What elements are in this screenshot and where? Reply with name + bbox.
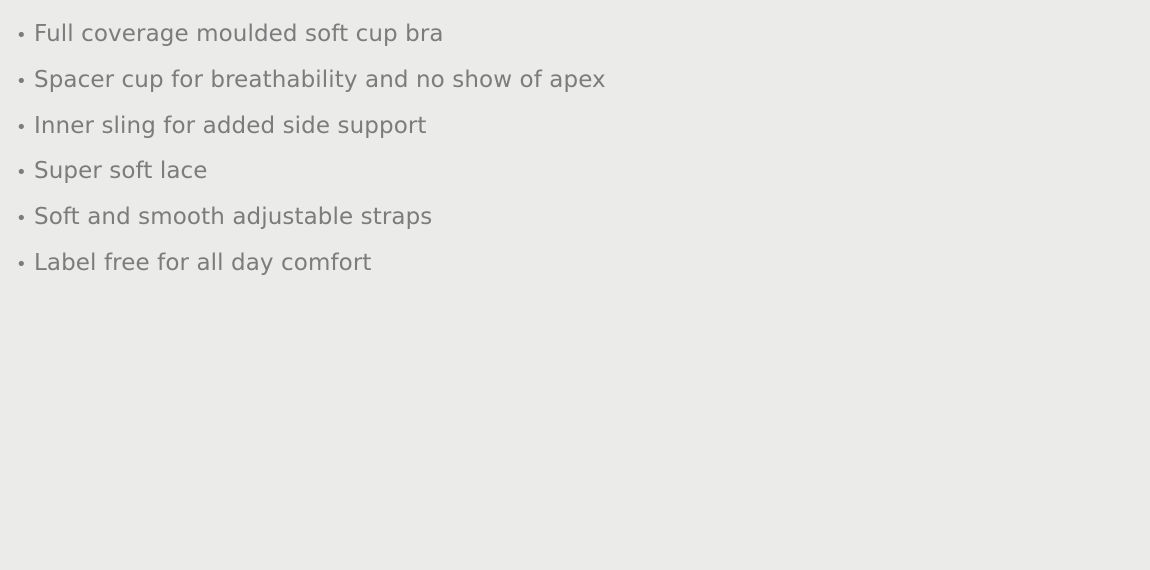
bullet-icon: • [16,253,27,275]
feature-label: Soft and smooth adjustable straps [34,204,433,231]
bullet-icon: • [16,116,27,138]
feature-label: Spacer cup for breathability and no show… [34,66,606,93]
product-feature-list: • Full coverage moulded soft cup bra • S… [16,19,606,294]
feature-label: Label free for all day comfort [34,249,372,276]
feature-label: Inner sling for added side support [34,112,427,139]
bullet-icon: • [16,70,27,92]
bullet-icon: • [16,25,27,46]
feature-label: Full coverage moulded soft cup bra [34,21,444,47]
feature-item: • Soft and smooth adjustable straps [16,202,606,248]
feature-label: Super soft lace [34,158,208,185]
feature-item: • Super soft lace [16,156,606,202]
bullet-icon: • [16,208,27,230]
bullet-icon: • [16,162,27,184]
feature-item: • Spacer cup for breathability and no sh… [16,65,606,111]
feature-item: • Inner sling for added side support [16,111,606,157]
feature-item: • Full coverage moulded soft cup bra [16,19,606,65]
feature-item: • Label free for all day comfort [16,248,606,294]
